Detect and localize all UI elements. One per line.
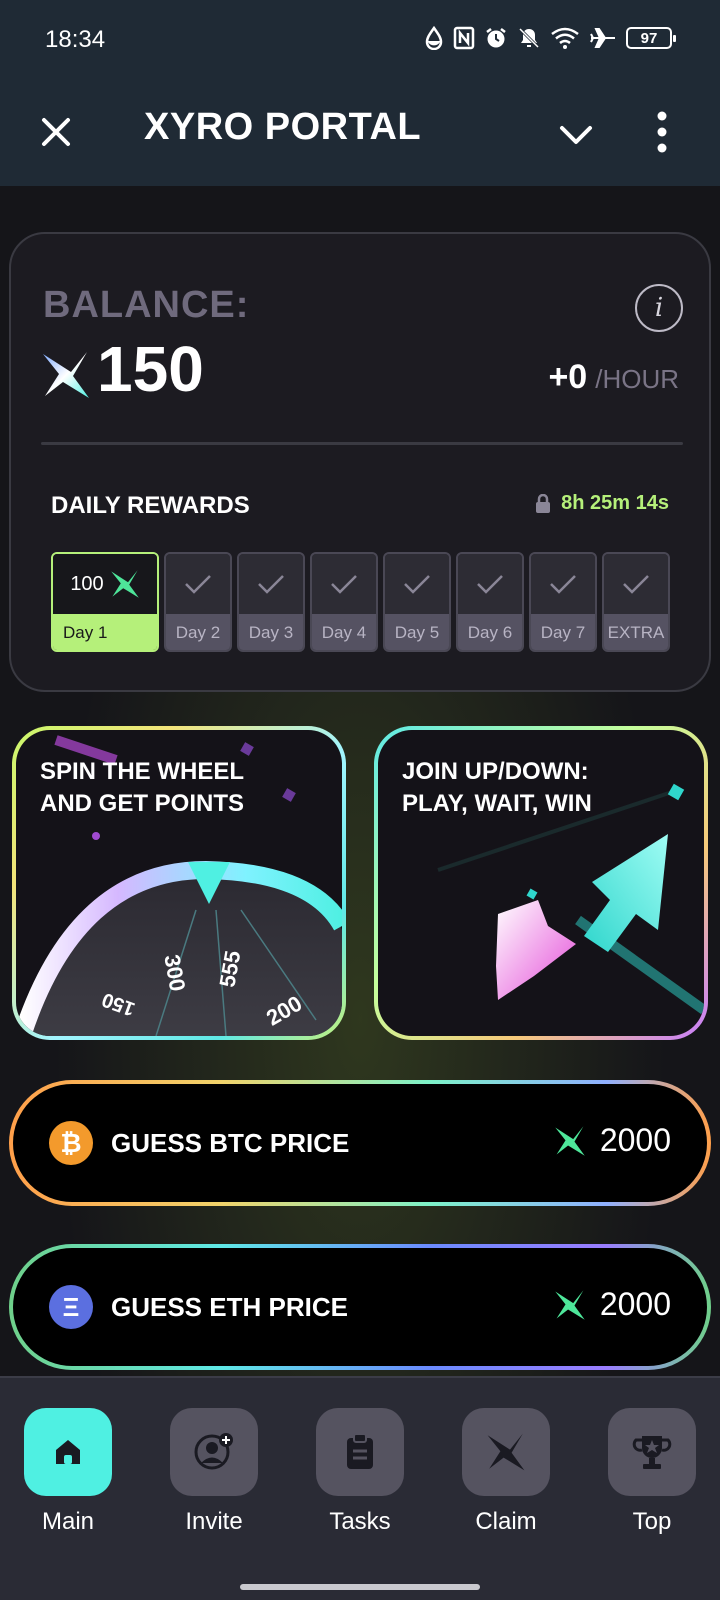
extra-reward[interactable]: EXTRA [602, 552, 670, 652]
status-bar: 18:34 97 [0, 0, 720, 82]
up-down-card[interactable]: JOIN UP/DOWN: PLAY, WAIT, WIN [374, 726, 708, 1040]
balance-value: 150 [97, 333, 204, 405]
timer-text: 8h 25m 14s [561, 492, 669, 514]
day-5-reward[interactable]: Day 5 [383, 552, 451, 652]
check-icon [331, 575, 357, 594]
day-label: Day 7 [531, 614, 595, 650]
system-nav-area [0, 1562, 720, 1600]
xyro-logo-icon [110, 570, 139, 598]
alarm-icon [486, 28, 506, 48]
chevron-down-icon[interactable] [556, 114, 596, 154]
check-icon [258, 575, 284, 594]
nav-label: Main [41, 1508, 95, 1535]
wheel-title-line2: AND GET POINTS [40, 790, 245, 817]
nav-top[interactable]: Top [608, 1408, 696, 1536]
info-icon[interactable]: i [635, 284, 683, 332]
guess-eth-button[interactable]: Ξ GUESS ETH PRICE 2000 [9, 1244, 711, 1370]
guess-btc-button[interactable]: ₿ GUESS BTC PRICE 2000 [9, 1080, 711, 1206]
day-6-reward[interactable]: Day 6 [456, 552, 524, 652]
nav-label: Claim [475, 1508, 537, 1535]
home-indicator[interactable] [240, 1584, 480, 1590]
nav-invite[interactable]: Invite [170, 1408, 258, 1536]
daily-rewards-title: DAILY REWARDS [51, 492, 250, 519]
check-icon [404, 575, 430, 594]
xyro-logo-icon [487, 1433, 525, 1471]
data-saver-icon [425, 26, 443, 50]
battery-icon: 97 [626, 27, 676, 49]
divider [41, 442, 683, 445]
nav-tasks[interactable]: Tasks [316, 1408, 404, 1536]
check-icon [185, 575, 211, 594]
daily-rewards-timer: 8h 25m 14s [535, 492, 669, 515]
status-time: 18:34 [45, 26, 106, 53]
close-icon[interactable] [36, 112, 76, 152]
rate-unit: /HOUR [595, 364, 679, 394]
balance-card: BALANCE: i 150 +0 /HOUR DAILY REWARDS 8h… [9, 232, 711, 692]
rate-value: +0 [548, 358, 588, 396]
day-1-reward[interactable]: 100 Day 1 [51, 552, 159, 652]
day-2-reward[interactable]: Day 2 [164, 552, 232, 652]
home-icon [56, 1440, 80, 1464]
reward-amount: 2000 [599, 1286, 671, 1322]
add-user-icon [194, 1433, 233, 1470]
hourly-rate: +0 /HOUR [548, 358, 679, 397]
spin-wheel-card[interactable]: SPIN THE WHEEL AND GET POINTS 150 300 55… [12, 726, 346, 1040]
page-title: XYRO PORTAL [144, 106, 422, 148]
bitcoin-icon: ₿ [49, 1121, 93, 1165]
bottom-navigation: Main Invite Tasks Claim Top [0, 1376, 720, 1562]
day-label: Day 5 [385, 614, 449, 650]
guess-eth-reward: 2000 [554, 1286, 671, 1323]
nav-main[interactable]: Main [24, 1408, 112, 1536]
day-label: Day 2 [166, 614, 230, 650]
nav-label: Tasks [329, 1508, 391, 1535]
nav-label: Invite [185, 1508, 243, 1535]
more-options-icon[interactable] [654, 110, 670, 154]
app-header: XYRO PORTAL [0, 82, 720, 186]
day-7-reward[interactable]: Day 7 [529, 552, 597, 652]
updown-title-line2: PLAY, WAIT, WIN [402, 790, 592, 817]
wheel-title-line1: SPIN THE WHEEL [40, 758, 245, 785]
nfc-icon [453, 26, 475, 50]
day-4-reward[interactable]: Day 4 [310, 552, 378, 652]
nav-label: Top [632, 1508, 672, 1535]
check-icon [550, 575, 576, 594]
day-label: Day 4 [312, 614, 376, 650]
updown-title-line1: JOIN UP/DOWN: [402, 758, 589, 785]
day-1-amount: 100 [70, 572, 104, 595]
clipboard-icon [347, 1433, 373, 1469]
day-label: Day 6 [458, 614, 522, 650]
nav-claim[interactable]: Claim [462, 1408, 550, 1536]
day-label: Day 1 [53, 614, 157, 650]
day-3-reward[interactable]: Day 3 [237, 552, 305, 652]
balance-label: BALANCE: [43, 284, 250, 326]
ethereum-icon: Ξ [49, 1285, 93, 1329]
check-icon [477, 575, 503, 594]
guess-btc-reward: 2000 [554, 1122, 671, 1159]
day-label: Day 3 [239, 614, 303, 650]
notifications-off-icon [518, 27, 540, 49]
wifi-icon [551, 27, 579, 49]
lock-icon [536, 493, 551, 513]
xyro-logo-icon [43, 352, 89, 398]
xyro-logo-icon [555, 1289, 585, 1320]
status-icons: 97 [424, 26, 676, 50]
airplane-mode-icon [590, 28, 615, 48]
reward-amount: 2000 [599, 1122, 671, 1158]
daily-reward-days: 100 Day 1 Day 2 Day 3 Day 4 Day 5 Day 6 [51, 552, 670, 652]
day-label: EXTRA [604, 614, 668, 650]
guess-btc-label: GUESS BTC PRICE [111, 1128, 350, 1158]
trophy-icon [632, 1436, 672, 1469]
guess-eth-label: GUESS ETH PRICE [111, 1292, 348, 1322]
xyro-logo-icon [555, 1125, 585, 1156]
check-icon [623, 575, 649, 594]
